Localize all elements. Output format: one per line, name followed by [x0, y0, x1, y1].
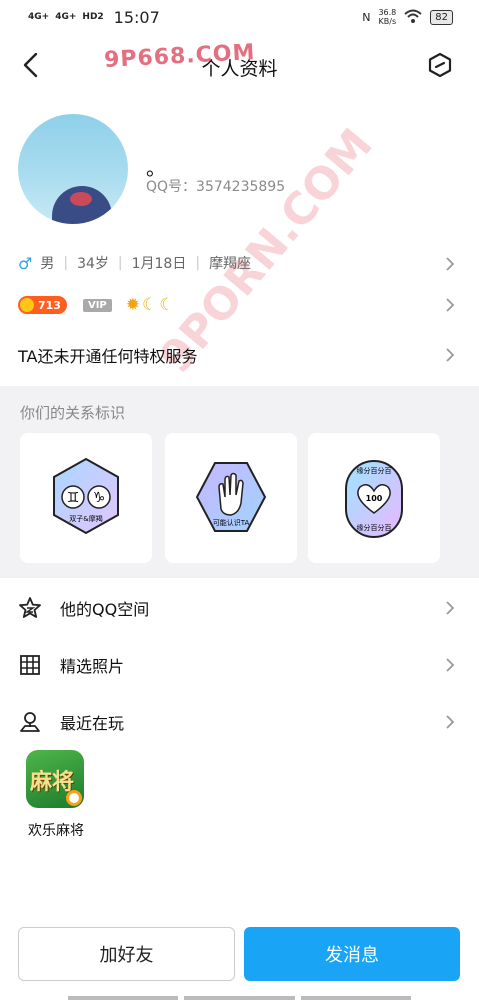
zodiac-symbol-2: ♑	[93, 490, 106, 506]
qq-number: QQ号：3574235895	[146, 179, 286, 195]
male-icon: ♂	[18, 253, 33, 273]
constellation: 摩羯座	[209, 256, 252, 272]
net-speed-unit: KB/s	[378, 17, 397, 26]
location-pin-icon	[20, 712, 40, 732]
hd-indicator: HD2	[82, 12, 104, 22]
gesture-segment	[300, 996, 411, 1000]
gesture-segment	[68, 996, 179, 1000]
game-badge-icon	[66, 790, 82, 806]
privilege-text: TA还未开通任何特权服务	[18, 347, 198, 366]
zodiac-hex-icon: ♊ ♑ 双子&摩羯	[53, 457, 119, 535]
recent-play-label: 最近在玩	[60, 714, 125, 733]
grid-icon	[20, 655, 40, 675]
game-icon[interactable]: 麻将	[26, 750, 84, 808]
relation-card-fate[interactable]: 缘分百分百 100 缘分百分百	[308, 433, 440, 563]
more-hex-icon[interactable]	[427, 52, 453, 78]
fate-label-bottom: 缘分百分百	[357, 523, 392, 532]
coin-value: 713	[38, 298, 61, 312]
avatar[interactable]	[18, 114, 128, 224]
net-speed-value: 36.8	[378, 8, 397, 17]
chevron-right-icon	[446, 715, 455, 729]
add-friend-button[interactable]: 加好友	[18, 927, 235, 981]
chevron-right-icon	[446, 348, 455, 362]
moon-icon: ☾	[142, 295, 158, 315]
list-item-photos[interactable]: 精选照片	[0, 643, 479, 687]
age: 34岁	[77, 256, 109, 272]
relation-card-zodiac[interactable]: ♊ ♑ 双子&摩羯	[20, 433, 152, 563]
avatar-figure-accent	[70, 192, 92, 206]
birthday: 1月18日	[131, 256, 187, 272]
list-item-qzone[interactable]: 他的QQ空间	[0, 586, 479, 630]
level-icons: ✹ ☾ ☾	[126, 295, 175, 315]
relationship-section: 你们的关系标识 ♊ ♑ 双子&摩羯 可能认识TA 缘分百分百 100 缘分百分百	[0, 386, 479, 578]
list-item-recent-play[interactable]: 最近在玩	[0, 700, 479, 744]
status-bar: 4G+ 4G+ HD2 15:07 N 36.8 KB/s 82	[0, 0, 479, 34]
chevron-right-icon	[446, 257, 455, 271]
gesture-bar	[68, 996, 411, 1000]
nfc-icon: N	[362, 10, 371, 24]
star-icon	[19, 597, 41, 618]
coin-badge: 713	[18, 296, 67, 314]
gesture-segment	[184, 996, 295, 1000]
signal-2: 4G+	[55, 12, 77, 22]
fate-number: 100	[366, 494, 383, 503]
coin-icon	[20, 298, 34, 312]
divider: |	[63, 255, 69, 271]
basic-info-row[interactable]: ♂ 男 | 34岁 | 1月18日 | 摩羯座	[0, 250, 479, 276]
zodiac-label: 双子&摩羯	[69, 514, 102, 523]
hand-wave-icon: 可能认识TA	[195, 462, 267, 532]
chevron-right-icon	[446, 601, 455, 615]
divider: |	[117, 255, 123, 271]
clock: 15:07	[113, 8, 160, 27]
wifi-icon	[404, 9, 422, 26]
moon-icon: ☾	[159, 295, 175, 315]
vip-badge: VIP	[82, 298, 112, 312]
game-icon-text: 麻将	[30, 770, 75, 795]
relation-card-maybe-know[interactable]: 可能认识TA	[165, 433, 297, 563]
net-speed: 36.8 KB/s	[378, 8, 396, 26]
qzone-label: 他的QQ空间	[60, 600, 150, 619]
relationship-title: 你们的关系标识	[20, 404, 126, 422]
sun-icon: ✹	[125, 295, 141, 315]
send-message-button[interactable]: 发消息	[244, 927, 460, 981]
badges-row[interactable]: 713 VIP ✹ ☾ ☾	[0, 292, 479, 318]
divider: |	[195, 255, 201, 271]
chevron-right-icon	[446, 658, 455, 672]
maybe-know-label: 可能认识TA	[213, 518, 250, 527]
chevron-right-icon	[446, 298, 455, 312]
signal-1: 4G+	[28, 12, 50, 22]
privilege-row[interactable]: TA还未开通任何特权服务	[0, 342, 479, 368]
zodiac-symbol-1: ♊	[67, 490, 80, 506]
fate-label-top: 缘分百分百	[357, 466, 392, 475]
heart-100-icon: 缘分百分百 100 缘分百分百	[345, 460, 403, 538]
game-name[interactable]: 欢乐麻将	[28, 820, 84, 840]
battery-icon: 82	[430, 9, 453, 25]
photos-label: 精选照片	[60, 657, 125, 676]
gender: 男	[40, 256, 55, 272]
